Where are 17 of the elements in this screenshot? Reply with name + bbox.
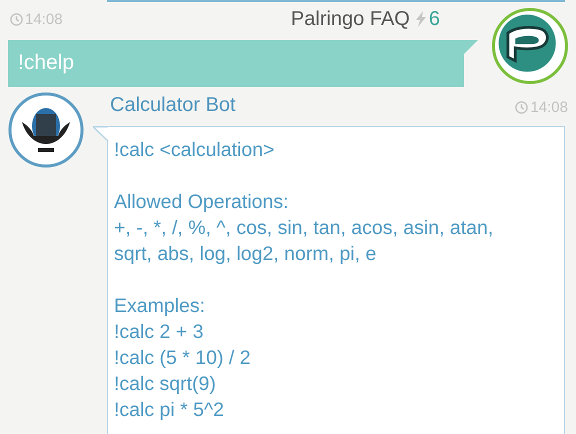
sender-name: Calculator Bot (110, 94, 236, 117)
message-line: !calc sqrt(9) (114, 372, 217, 397)
reputation-count: 6 (428, 8, 440, 30)
message-line: !calc pi * 5^2 (114, 398, 225, 423)
message-line: sqrt, abs, log, log2, norm, pi, e (114, 242, 378, 267)
message-line: !calc 2 + 3 (114, 320, 204, 345)
avatar-icon[interactable] (8, 92, 84, 168)
message-bubble: !chelp (8, 40, 478, 87)
clock-icon (10, 12, 23, 26)
message-line: Examples: (114, 294, 206, 319)
sender-name: Palringo FAQ (290, 8, 410, 30)
message-line: !calc <calculation> (114, 138, 276, 163)
message-line: !calc (5 * 10) / 2 (114, 346, 252, 371)
message-line: +, -, *, /, %, ^, cos, sin, tan, acos, asin, atan, (114, 216, 494, 241)
lightning-icon (416, 11, 427, 27)
message-line: Allowed Operations: (114, 190, 290, 215)
clock-icon (515, 101, 528, 114)
